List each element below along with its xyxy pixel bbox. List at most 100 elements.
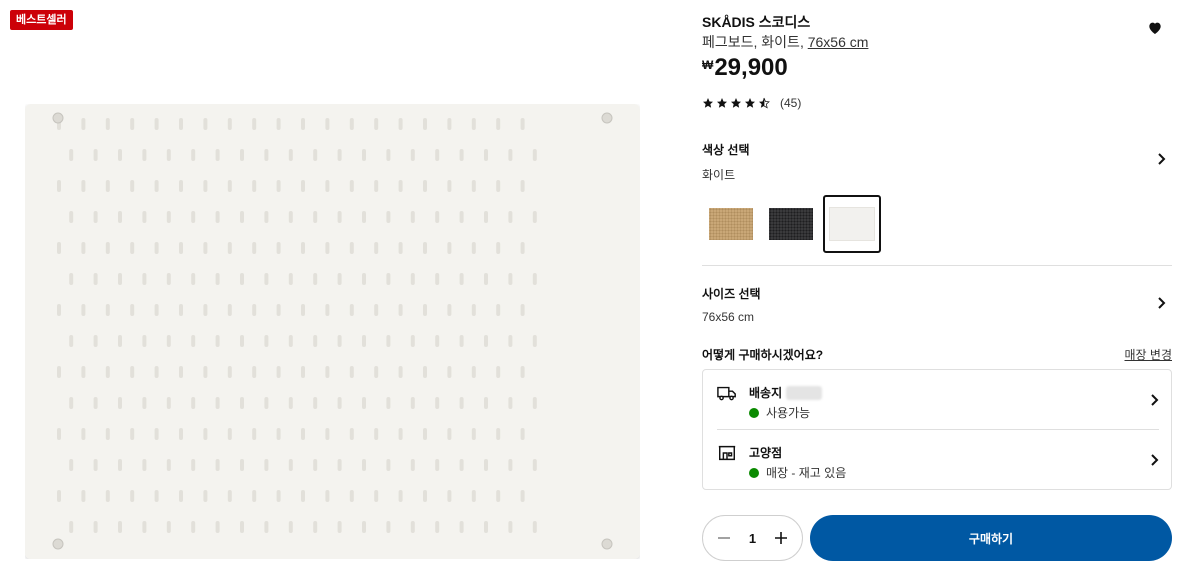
pegboard-panel <box>25 104 640 559</box>
pegboard-slot <box>386 273 391 285</box>
pegboard-slot <box>215 273 220 285</box>
swatch-white-selected[interactable] <box>823 195 881 253</box>
pegboard-slot <box>264 211 269 223</box>
pegboard-slot <box>423 304 427 316</box>
pegboard-slot <box>386 211 391 223</box>
pegboard-slot <box>191 211 196 223</box>
pegboard-slot <box>374 242 379 254</box>
pegboard-slot <box>215 211 220 223</box>
screw-cap <box>52 112 64 124</box>
chevron-right-icon[interactable] <box>1156 297 1166 309</box>
pegboard-slot <box>362 149 366 161</box>
pegboard-slot <box>191 521 196 533</box>
pegboard-slot <box>264 459 269 471</box>
pegboard-slot <box>447 428 452 440</box>
pegboard-slot <box>118 521 122 533</box>
quantity-value[interactable]: 1 <box>749 531 756 546</box>
minus-icon[interactable] <box>717 531 731 545</box>
pegboard-slot <box>423 118 427 130</box>
pegboard-slot <box>484 149 488 161</box>
product-description: 페그보드, 화이트, 76x56 cm <box>702 32 868 52</box>
pegboard-slot <box>337 211 342 223</box>
pegboard-slot <box>252 428 257 440</box>
chevron-right-icon[interactable] <box>1149 394 1159 406</box>
pegboard-slot <box>57 304 61 316</box>
pegboard-slot <box>398 490 403 502</box>
pegboard-slot <box>410 211 415 223</box>
heart-icon[interactable] <box>1147 20 1163 36</box>
chevron-right-icon[interactable] <box>1149 454 1159 466</box>
pegboard-slot <box>154 490 159 502</box>
pegboard-slot <box>288 459 293 471</box>
quantity-stepper[interactable]: 1 <box>702 515 803 561</box>
chevron-right-icon[interactable] <box>1156 153 1166 165</box>
blurred-address <box>786 385 823 400</box>
color-selector[interactable]: 색상 선택 화이트 <box>702 141 1172 183</box>
review-count[interactable]: (45) <box>780 96 801 110</box>
pegboard-slot <box>81 242 86 254</box>
pegboard-slot <box>288 335 293 347</box>
pegboard-slot <box>459 521 464 533</box>
pegboard-slot <box>435 459 440 471</box>
plus-icon[interactable] <box>774 531 788 545</box>
pegboard-slot <box>276 428 281 440</box>
pegboard-slot <box>423 242 427 254</box>
pegboard-slot <box>264 149 269 161</box>
pegboard-slot <box>349 490 354 502</box>
store-icon <box>718 445 736 461</box>
pegboard-slot <box>252 304 257 316</box>
pegboard-slot <box>142 397 147 409</box>
delivery-status: 사용가능 <box>749 404 810 421</box>
pegboard-slot <box>398 428 403 440</box>
pegboard-slot <box>57 242 61 254</box>
product-title[interactable]: SKÅDIS 스코디스 <box>702 12 810 32</box>
pegboard-slot <box>264 521 269 533</box>
swatch-wood[interactable] <box>702 195 760 253</box>
product-type: 페그보드, 화이트, <box>702 34 808 50</box>
delivery-label: 배송지 <box>749 384 823 401</box>
pegboard-slot <box>288 211 293 223</box>
pegboard-slot <box>203 242 208 254</box>
pegboard-slot <box>93 149 98 161</box>
pegboard-slot <box>362 521 366 533</box>
pegboard-slot <box>508 397 513 409</box>
pegboard-slot <box>496 118 501 130</box>
pegboard-slot <box>240 149 244 161</box>
store-option[interactable]: 고양점 매장 - 재고 있음 <box>703 430 1171 488</box>
pegboard-slot <box>496 490 501 502</box>
pegboard-slot <box>276 304 281 316</box>
pegboard-slot <box>301 428 305 440</box>
product-image[interactable] <box>25 104 640 559</box>
size-selector[interactable]: 사이즈 선택 76x56 cm <box>702 285 1172 324</box>
star-icon <box>731 98 741 108</box>
pegboard-slot <box>508 211 513 223</box>
store-label: 고양점 <box>749 446 783 460</box>
pegboard-slot <box>301 366 305 378</box>
screw-cap <box>52 538 64 550</box>
pegboard-slot <box>276 242 281 254</box>
pegboard-slot <box>313 273 318 285</box>
delivery-option[interactable]: 배송지 사용가능 <box>703 370 1171 428</box>
pegboard-slot <box>142 149 147 161</box>
pegboard-slot <box>142 459 147 471</box>
pegboard-slot <box>154 242 159 254</box>
pegboard-slot <box>532 521 537 533</box>
size-selected-value: 76x56 cm <box>702 310 755 324</box>
buy-button[interactable]: 구매하기 <box>810 515 1172 561</box>
pegboard-slot <box>362 273 366 285</box>
pegboard-slot <box>508 335 513 347</box>
change-store-link[interactable]: 매장 변경 <box>1125 346 1173 363</box>
pegboard-slot <box>398 118 403 130</box>
product-size-link[interactable]: 76x56 cm <box>808 34 869 50</box>
pegboard-slot <box>191 273 196 285</box>
swatch-anthracite[interactable] <box>762 195 820 253</box>
star-icon <box>745 98 755 108</box>
pegboard-slot <box>398 366 403 378</box>
pegboard-slot <box>423 428 427 440</box>
rating[interactable]: (45) <box>702 96 801 110</box>
color-selector-label: 색상 선택 <box>702 143 750 157</box>
pegboard-slot <box>435 273 440 285</box>
pegboard-slot <box>496 428 501 440</box>
pegboard-slot <box>240 397 244 409</box>
pegboard-slot <box>130 428 135 440</box>
